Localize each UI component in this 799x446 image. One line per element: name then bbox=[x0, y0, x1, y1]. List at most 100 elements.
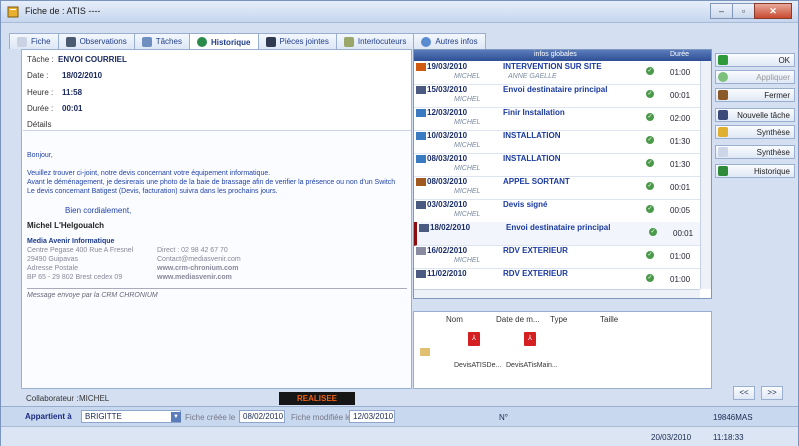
chevron-down-icon[interactable]: ▼ bbox=[171, 412, 181, 422]
check-icon: ✓ bbox=[646, 274, 654, 282]
row-date: 11/02/2010 bbox=[427, 269, 467, 278]
history-horizontal-scrollbar[interactable] bbox=[414, 289, 700, 298]
col-date[interactable]: Date de m... bbox=[496, 315, 540, 324]
row-title: Devis signé bbox=[503, 200, 548, 209]
history-row[interactable]: 19/03/2010 INTERVENTION SUR SITE MICHEL … bbox=[414, 61, 700, 85]
row-user: MICHEL bbox=[454, 211, 481, 218]
door-icon bbox=[718, 90, 728, 100]
tools-icon bbox=[416, 63, 426, 71]
synthesis-button-1[interactable]: Synthèse bbox=[715, 125, 795, 139]
tasks-icon bbox=[141, 36, 152, 47]
synthesis-button-2[interactable]: Synthèse bbox=[715, 145, 795, 159]
row-title: Envoi destinataire principal bbox=[503, 85, 608, 94]
pdf-icon[interactable]: ⅄ bbox=[468, 332, 480, 346]
clock-icon bbox=[196, 37, 207, 47]
owner-select[interactable]: BRIGITTE bbox=[81, 410, 181, 423]
check-icon: ✓ bbox=[649, 228, 657, 236]
title-bar: Fiche de : ATIS ---- – ▫ ✕ bbox=[1, 1, 798, 23]
close-button[interactable]: ✕ bbox=[754, 3, 792, 19]
row-duration: 02:00 bbox=[670, 114, 691, 123]
date-label: Date : bbox=[27, 71, 49, 80]
contact-email[interactable]: Contact@mediasvenir.com bbox=[157, 255, 241, 264]
next-button[interactable]: >> bbox=[761, 386, 783, 400]
website-link-2[interactable]: www.mediasvenir.com bbox=[157, 273, 232, 282]
heure-label: Heure : bbox=[27, 88, 54, 97]
maximize-button[interactable]: ▫ bbox=[732, 3, 754, 19]
tab-taches[interactable]: Tâches bbox=[133, 33, 190, 49]
col-type[interactable]: Type bbox=[550, 315, 567, 324]
ok-button[interactable]: OK bbox=[715, 53, 795, 67]
website-link-1[interactable]: www.crm-chronium.com bbox=[157, 264, 238, 273]
close-icon: ✕ bbox=[769, 5, 777, 16]
history-row[interactable]: 08/03/2010 APPEL SORTANT MICHEL ✓ 00:01 bbox=[414, 176, 700, 200]
history-row[interactable]: 15/03/2010 Envoi destinataire principal … bbox=[414, 84, 700, 108]
header-duree[interactable]: Durée bbox=[670, 51, 689, 58]
close-window-button[interactable]: Fermer bbox=[715, 88, 795, 102]
mail-icon bbox=[416, 201, 426, 209]
check-icon: ✓ bbox=[646, 113, 654, 121]
paragraph-3: Le devis concernant Batigest (Devis, fac… bbox=[27, 188, 278, 195]
row-title: INTERVENTION SUR SITE bbox=[503, 62, 602, 71]
button-label: Fermer bbox=[764, 90, 790, 100]
app-window: Fiche de : ATIS ---- – ▫ ✕ Fiche Observa… bbox=[0, 0, 799, 446]
tab-historique[interactable]: Historique bbox=[188, 33, 259, 50]
pdf-icon[interactable]: ⅄ bbox=[524, 332, 536, 346]
tab-interlocuteurs[interactable]: Interlocuteurs bbox=[335, 33, 415, 49]
tab-bar: Fiche Observations Tâches Historique Piè… bbox=[9, 33, 486, 50]
row-date: 18/02/2010 bbox=[430, 223, 471, 232]
check-icon: ✓ bbox=[646, 90, 654, 98]
tab-observations[interactable]: Observations bbox=[57, 33, 135, 49]
history-list[interactable]: infos globales Durée 19/03/2010 INTERVEN… bbox=[413, 49, 712, 299]
status-date: 20/03/2010 bbox=[651, 433, 692, 442]
attachments-panel: Nom Date de m... Type Taille ⅄ ⅄ DevisAT… bbox=[413, 311, 712, 389]
duree-label: Durée : bbox=[27, 104, 54, 113]
collaborateur-label: Collaborateur : bbox=[26, 394, 79, 403]
row-date: 12/03/2010 bbox=[427, 108, 468, 117]
row-user: MICHEL bbox=[454, 73, 481, 80]
history-button[interactable]: Historique bbox=[715, 164, 795, 178]
maximize-icon: ▫ bbox=[741, 6, 746, 16]
direct-phone: Direct : 02 98 42 67 70 bbox=[157, 247, 228, 254]
task-label: Tâche : bbox=[27, 55, 54, 64]
col-nom[interactable]: Nom bbox=[446, 315, 463, 324]
signature: Michel L'Helgoualch bbox=[27, 221, 105, 230]
history-header: infos globales Durée bbox=[414, 50, 711, 61]
tab-fiche[interactable]: Fiche bbox=[9, 33, 59, 49]
row-duration: 01:00 bbox=[670, 68, 691, 77]
history-row[interactable]: 16/02/2010 RDV EXTERIEUR MICHEL ✓ 01:00 bbox=[414, 245, 700, 269]
mail-icon bbox=[419, 224, 429, 232]
row-user: MICHEL bbox=[454, 165, 481, 172]
minimize-button[interactable]: – bbox=[710, 3, 732, 19]
button-label: Appliquer bbox=[756, 72, 790, 82]
car-icon bbox=[416, 247, 426, 255]
history-vertical-scrollbar[interactable] bbox=[700, 61, 711, 289]
history-row[interactable]: 12/03/2010 Finir Installation MICHEL ✓ 0… bbox=[414, 107, 700, 131]
file-name-2[interactable]: DevisATisMain... bbox=[506, 362, 558, 369]
message-body[interactable]: Bonjour, Veuillez trouver ci-joint, notr… bbox=[23, 130, 411, 388]
history-row[interactable]: 18/02/2010 Envoi destinataire principal … bbox=[414, 222, 700, 246]
history-row[interactable]: 03/03/2010 Devis signé MICHEL ✓ 00:05 bbox=[414, 199, 700, 223]
tab-label: Autres infos bbox=[435, 37, 478, 46]
row-date: 15/03/2010 bbox=[427, 85, 468, 94]
row-user: MICHEL bbox=[454, 96, 481, 103]
file-name-1[interactable]: DevisATISDe... bbox=[454, 362, 501, 369]
apply-button[interactable]: Appliquer bbox=[715, 70, 795, 84]
history-row[interactable]: 10/03/2010 INSTALLATION MICHEL ✓ 01:30 bbox=[414, 130, 700, 154]
creee-label: Fiche créée le bbox=[185, 413, 236, 422]
details-label: Détails bbox=[27, 120, 52, 129]
message-footer: Message envoye par la CRM CHRONIUM bbox=[27, 288, 407, 300]
row-user: MICHEL bbox=[454, 188, 481, 195]
history-row[interactable]: 08/03/2010 INSTALLATION MICHEL ✓ 01:30 bbox=[414, 153, 700, 177]
check-icon: ✓ bbox=[646, 159, 654, 167]
tab-label: Observations bbox=[79, 37, 127, 46]
previous-button[interactable]: << bbox=[733, 386, 755, 400]
check-icon: ✓ bbox=[646, 205, 654, 213]
new-task-button[interactable]: Nouvelle tâche bbox=[715, 108, 795, 122]
tab-pieces-jointes[interactable]: Pièces jointes bbox=[257, 33, 337, 49]
record-footer: Appartient à BRIGITTE ▼ Fiche créée le 0… bbox=[1, 406, 798, 426]
address-line-1: Centre Pegase 400 Rue A Fresnel bbox=[27, 247, 134, 254]
tab-autres-infos[interactable]: Autres infos bbox=[413, 33, 486, 49]
row-duration: 00:01 bbox=[670, 91, 691, 100]
col-taille[interactable]: Taille bbox=[600, 315, 618, 324]
checkmark-icon bbox=[718, 55, 728, 65]
